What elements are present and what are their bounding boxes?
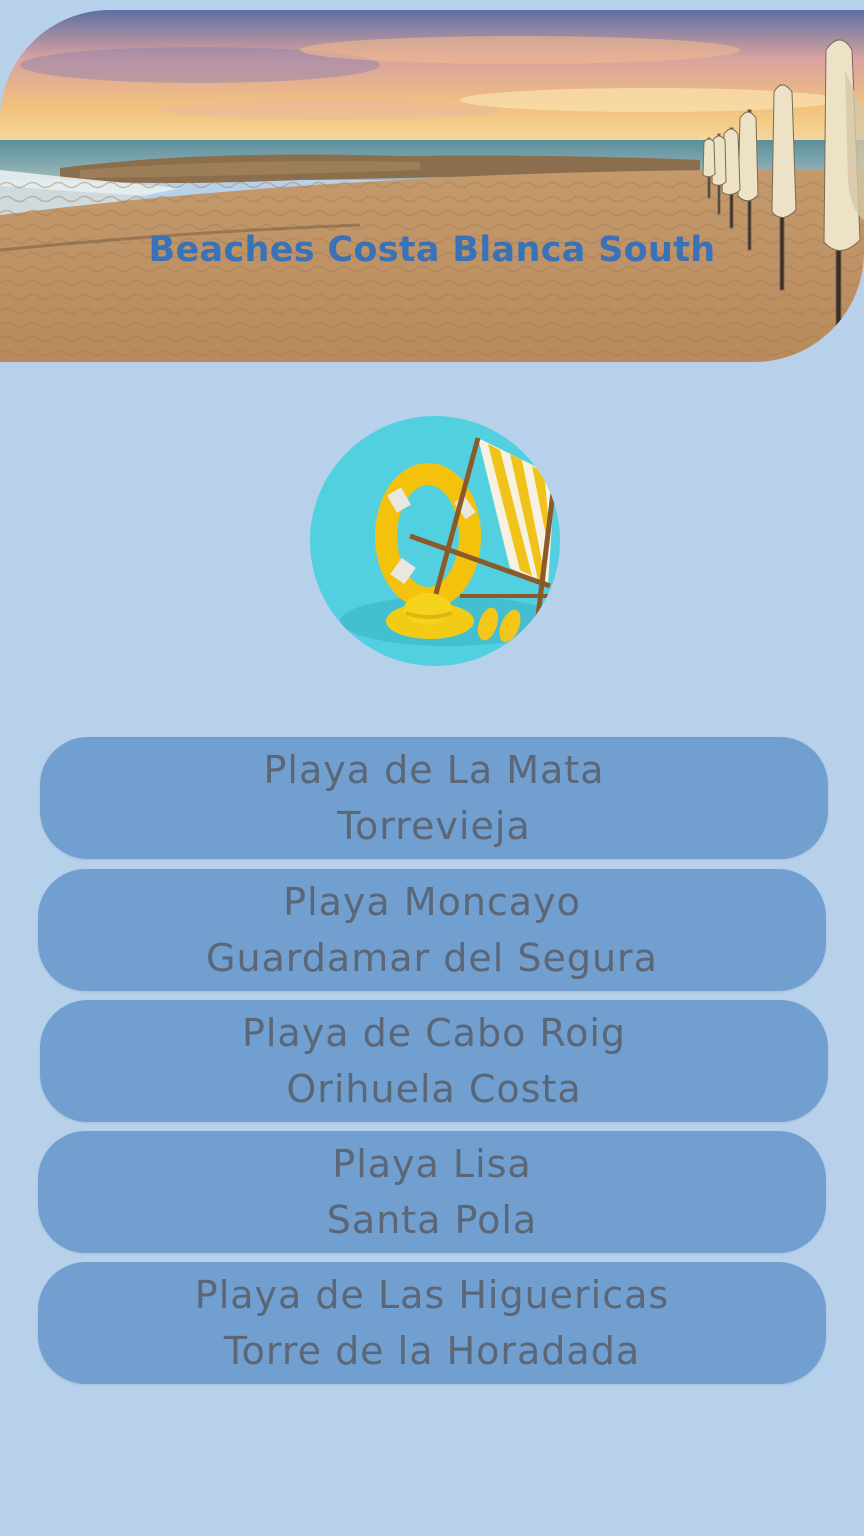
beach-button-las-higuericas[interactable]: Playa de Las Higuericas Torre de la Hora… [38,1262,826,1384]
beach-name: Playa de Cabo Roig [241,1011,627,1055]
beach-name: Playa de Las Higuericas [194,1273,670,1317]
page-title: Beaches Costa Blanca South [148,230,716,270]
beach-town: Torrevieja [337,804,531,848]
beach-town: Guardamar del Segura [206,936,658,980]
beach-button-cabo-roig[interactable]: Playa de Cabo Roig Orihuela Costa [40,1000,828,1122]
beach-town: Santa Pola [326,1198,538,1242]
beach-name: Playa Moncayo [283,880,581,924]
beach-name: Playa de La Mata [263,748,605,792]
beach-name: Playa Lisa [332,1142,532,1186]
header-banner: Beaches Costa Blanca South [0,10,864,362]
beach-town: Torre de la Horadada [223,1329,641,1373]
beach-chair-icon [310,416,560,666]
beach-button-lisa[interactable]: Playa Lisa Santa Pola [38,1131,826,1253]
beach-town: Orihuela Costa [286,1067,582,1111]
beach-button-moncayo[interactable]: Playa Moncayo Guardamar del Segura [38,869,826,991]
beach-photo [0,10,864,362]
beach-button-la-mata[interactable]: Playa de La Mata Torrevieja [40,737,828,859]
beach-chair-logo [310,416,560,666]
